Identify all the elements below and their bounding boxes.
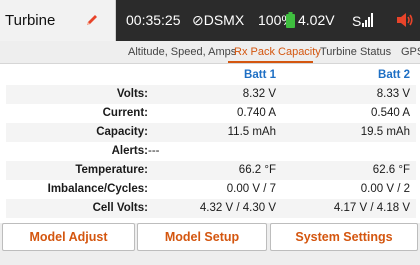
row-label: Cell Volts: bbox=[92, 202, 148, 214]
table-header-row: Batt 1 Batt 2 bbox=[6, 66, 416, 85]
tab-altitude-speed-amps[interactable]: Altitude, Speed, Amps bbox=[128, 46, 236, 58]
batt2-value: 8.33 V bbox=[376, 88, 410, 100]
top-bar: Turbine 00:35:25 ⊘DSMX 100% 4.02V S bbox=[0, 0, 420, 41]
batt1-value: 66.2 °F bbox=[238, 164, 276, 176]
table-row-alerts: Alerts: --- bbox=[6, 142, 416, 161]
batt1-value: 11.5 mAh bbox=[227, 126, 276, 138]
table-row-current: Current: 0.740 A 0.540 A bbox=[6, 104, 416, 123]
batt2-value: 62.6 °F bbox=[372, 164, 410, 176]
tab-rx-pack-capacity[interactable]: Rx Pack Capacity bbox=[234, 46, 321, 58]
table-row-temperature: Temperature: 66.2 °F 62.6 °F bbox=[6, 161, 416, 180]
active-tab-indicator bbox=[228, 61, 313, 63]
system-settings-button[interactable]: System Settings bbox=[270, 223, 418, 251]
tab-bar: Altitude, Speed, Amps Rx Pack Capacity T… bbox=[116, 41, 420, 64]
row-label: Alerts: bbox=[111, 145, 148, 157]
batt2-value: 4.17 V / 4.18 V bbox=[333, 202, 410, 214]
batt2-value: 0.00 V / 2 bbox=[360, 183, 410, 195]
batt1-value: 8.32 V bbox=[242, 88, 276, 100]
battery-icon bbox=[286, 12, 295, 28]
model-setup-button[interactable]: Model Setup bbox=[137, 223, 267, 251]
column-header-batt1: Batt 1 bbox=[244, 69, 276, 81]
batt1-value: 0.740 A bbox=[236, 107, 276, 119]
row-label: Current: bbox=[102, 107, 148, 119]
tab-gps[interactable]: GPS bbox=[401, 46, 420, 58]
rx-pack-table: Batt 1 Batt 2 Volts: 8.32 V 8.33 V Curre… bbox=[6, 66, 416, 220]
bottom-button-bar: Model Adjust Model Setup System Settings bbox=[0, 223, 420, 265]
model-name: Turbine bbox=[5, 12, 56, 29]
signal-label: S bbox=[352, 13, 361, 29]
batt1-value: 0.00 V / 7 bbox=[226, 183, 276, 195]
column-header-batt2: Batt 2 bbox=[378, 69, 410, 81]
tx-battery-voltage: 4.02V bbox=[298, 12, 335, 28]
pencil-icon[interactable] bbox=[85, 13, 99, 27]
table-row-volts: Volts: 8.32 V 8.33 V bbox=[6, 85, 416, 104]
tab-strip-left bbox=[0, 41, 116, 64]
row-label: Capacity: bbox=[96, 126, 148, 138]
link-type: ⊘DSMX bbox=[192, 12, 245, 28]
signal-strength-icon: S bbox=[352, 13, 373, 29]
model-adjust-button[interactable]: Model Adjust bbox=[2, 223, 135, 251]
batt2-value: 19.5 mAh bbox=[360, 126, 410, 138]
table-row-capacity: Capacity: 11.5 mAh 19.5 mAh bbox=[6, 123, 416, 142]
speaker-icon[interactable] bbox=[396, 12, 414, 28]
table-row-cell-volts: Cell Volts: 4.32 V / 4.30 V 4.17 V / 4.1… bbox=[6, 199, 416, 218]
model-name-box[interactable]: Turbine bbox=[0, 0, 116, 41]
row-label: Volts: bbox=[116, 88, 148, 100]
status-bar: 00:35:25 ⊘DSMX 100% 4.02V S bbox=[116, 0, 420, 41]
row-label: Imbalance/Cycles: bbox=[47, 183, 148, 195]
row-label: Temperature: bbox=[75, 164, 148, 176]
alerts-value: --- bbox=[148, 145, 160, 157]
tab-turbine-status[interactable]: Turbine Status bbox=[320, 46, 391, 58]
table-row-imbalance-cycles: Imbalance/Cycles: 0.00 V / 7 0.00 V / 2 bbox=[6, 180, 416, 199]
batt2-value: 0.540 A bbox=[370, 107, 410, 119]
batt1-value: 4.32 V / 4.30 V bbox=[199, 202, 276, 214]
flight-timer[interactable]: 00:35:25 bbox=[126, 12, 181, 28]
